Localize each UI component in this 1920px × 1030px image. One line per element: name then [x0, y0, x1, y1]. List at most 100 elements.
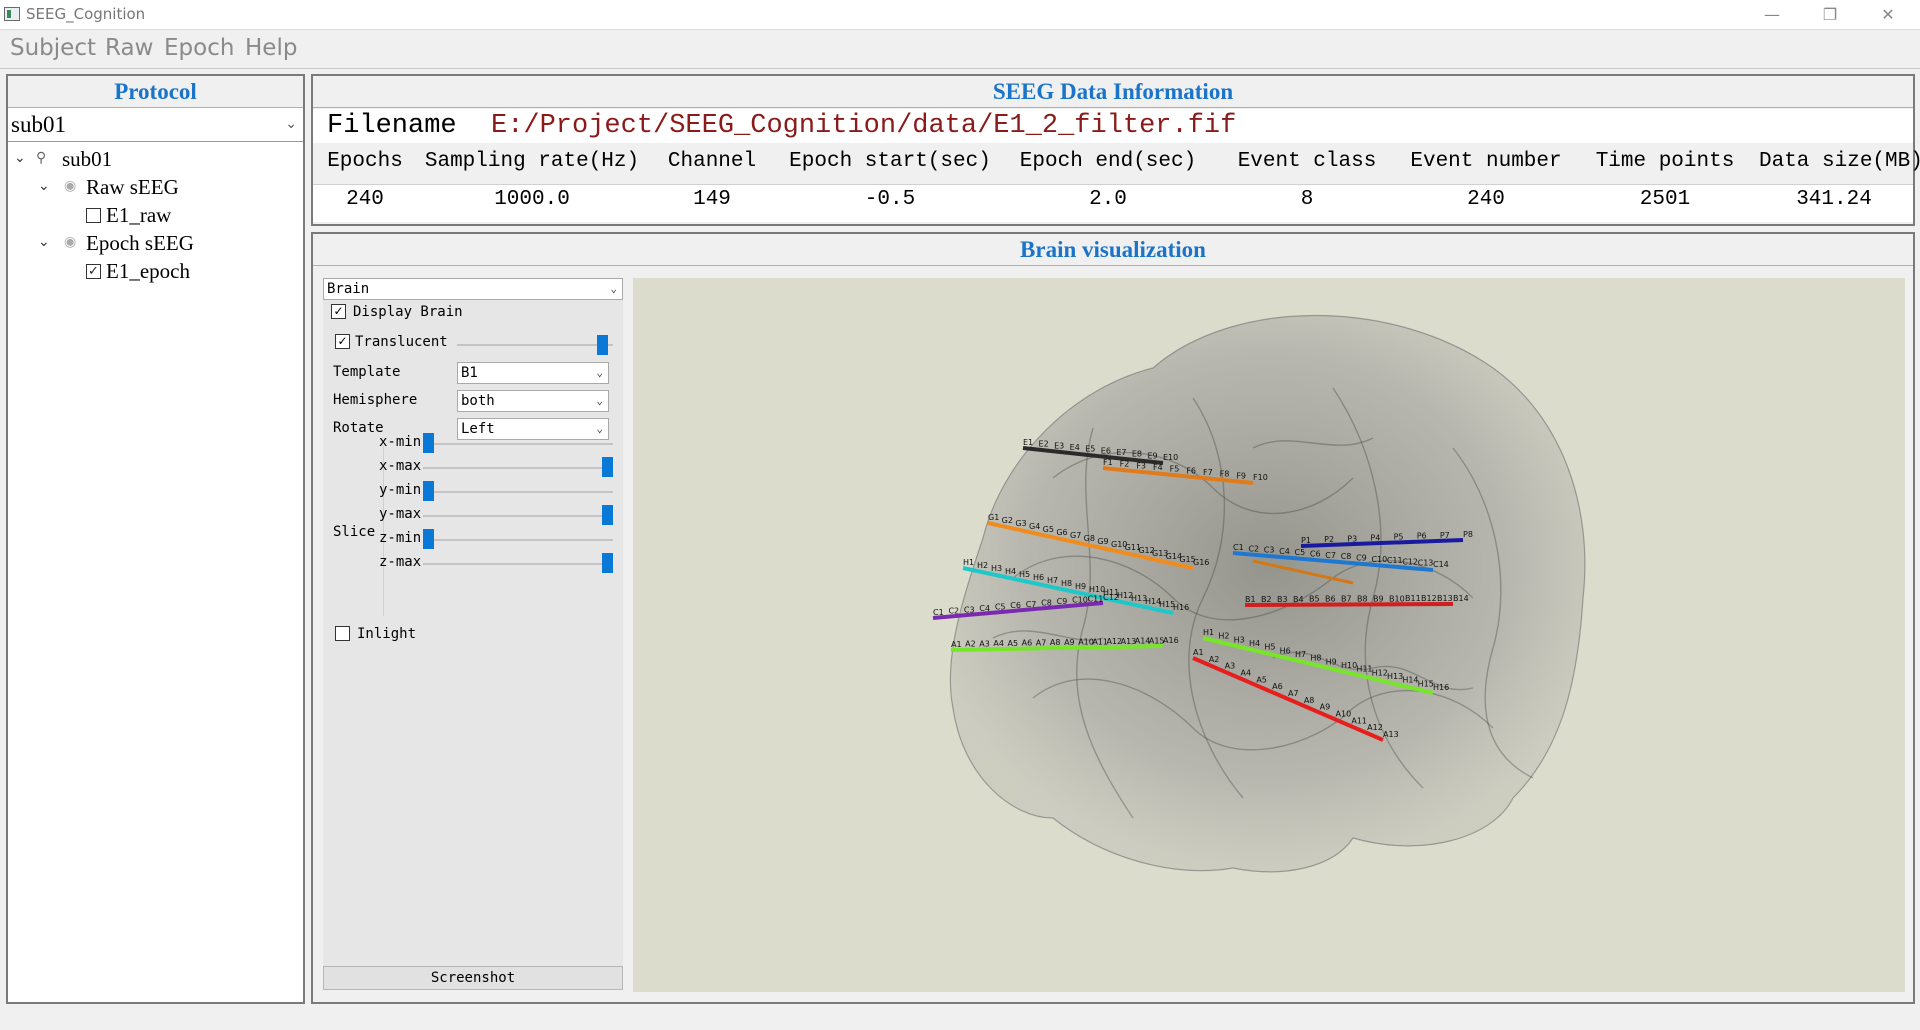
contact-label-h3: H3: [1234, 635, 1245, 644]
rotate-label: Rotate: [333, 420, 384, 436]
val-sampling-rate: 1000.0: [494, 188, 570, 211]
contact-label-a8: A8: [1050, 638, 1061, 647]
slice-z-min-slider-track[interactable]: [423, 539, 613, 541]
chevron-down-icon[interactable]: ⌄: [14, 146, 26, 172]
slice-x-min-slider-track[interactable]: [423, 443, 613, 445]
template-value: B1: [461, 365, 478, 381]
slice-x-min-slider-handle[interactable]: [423, 433, 434, 453]
contact-label-c8: C8: [1041, 598, 1052, 607]
restore-button[interactable]: ❐: [1810, 2, 1850, 28]
menu-subject[interactable]: Subject: [10, 35, 96, 61]
brain-render: E1 E2 E3 E4 E5 E6 E7 E8 E9 E10 F1 F2 F3 F4 F5 F6 F7 F8 F9 F…: [932, 314, 1586, 873]
window-title: SEEG_Cognition: [26, 5, 146, 23]
slice-x-max-slider-handle[interactable]: [602, 457, 613, 477]
contact-label-h11: H11: [1356, 665, 1372, 674]
slice-y-max-slider-track[interactable]: [423, 515, 613, 517]
hemisphere-select[interactable]: both ⌄: [457, 390, 609, 412]
contact-label-e1: E1: [1023, 438, 1033, 447]
col-data-size: Data size(MB): [1759, 150, 1920, 173]
slice-z-max-slider-track[interactable]: [423, 563, 613, 565]
tree-node-epoch-seeg[interactable]: ⌄ ◉ Epoch sEEG: [8, 230, 298, 256]
contact-label-a16: A16: [1163, 636, 1179, 645]
translucent-slider-handle[interactable]: [597, 335, 608, 355]
protocol-panel: Protocol sub01 ⌄ ⌄ ⚲ sub01 ⌄ ◉ Raw sEEG …: [6, 74, 305, 1004]
slice-z-max-slider-handle[interactable]: [602, 553, 613, 573]
contact-label-h10: H10: [1341, 661, 1357, 670]
translucent-slider-track[interactable]: [457, 344, 613, 346]
contact-label-e3: E3: [1054, 441, 1064, 450]
contact-label-h4: H4: [1005, 567, 1016, 576]
screenshot-button[interactable]: Screenshot: [323, 966, 623, 990]
contact-label-c6: C6: [1310, 550, 1321, 559]
slice-x-max-slider-track[interactable]: [423, 467, 613, 469]
contact-label-a9: A9: [1064, 638, 1075, 647]
contact-label-b7: B7: [1341, 595, 1352, 604]
seeg-info-header: SEEG Data Information: [313, 76, 1913, 108]
contact-label-f9: F9: [1236, 471, 1246, 480]
col-sampling-rate: Sampling rate(Hz): [424, 150, 640, 173]
chevron-down-icon[interactable]: ⌄: [38, 174, 50, 200]
contact-label-p8: P8: [1463, 530, 1473, 539]
contact-label-a11: A11: [1351, 716, 1367, 725]
val-epochs: 240: [346, 188, 384, 211]
menu-help[interactable]: Help: [245, 35, 297, 61]
contact-label-b6: B6: [1325, 595, 1336, 604]
brain-3d-viewport[interactable]: E1 E2 E3 E4 E5 E6 E7 E8 E9 E10 F1 F2 F3 F4 F5 F6 F7 F8 F9 F…: [633, 278, 1905, 992]
menu-epoch[interactable]: Epoch: [164, 35, 234, 61]
inlight-checkbox[interactable]: [335, 626, 350, 641]
template-label: Template: [333, 364, 401, 380]
tree-node-e1-raw[interactable]: E1_raw: [8, 202, 298, 228]
subject-group-icon: ⚲: [36, 151, 47, 166]
tree-label-e1-raw: E1_raw: [106, 203, 172, 227]
slice-x-min-label: x-min: [379, 434, 422, 450]
slice-z-min-slider-handle[interactable]: [423, 529, 434, 549]
contact-label-g2: G2: [1002, 516, 1013, 525]
contact-label-a7: A7: [1288, 689, 1299, 698]
slice-y-min-slider-handle[interactable]: [423, 481, 434, 501]
e1-epoch-checkbox[interactable]: ✓: [86, 264, 101, 279]
contact-label-c1: C1: [1233, 543, 1244, 552]
chevron-down-icon[interactable]: ⌄: [38, 230, 50, 256]
rotate-select[interactable]: Left ⌄: [457, 418, 609, 440]
close-button[interactable]: ✕: [1868, 2, 1908, 28]
contact-label-f4: F4: [1153, 463, 1163, 472]
slice-z-min-label: z-min: [379, 530, 422, 546]
subject-select[interactable]: sub01 ⌄: [8, 108, 303, 142]
display-brain-checkbox[interactable]: ✓: [331, 304, 346, 319]
slice-y-max-slider-handle[interactable]: [602, 505, 613, 525]
val-data-size: 341.24: [1796, 188, 1872, 211]
slice-z-max-label: z-max: [379, 554, 422, 570]
chevron-down-icon: ⌄: [596, 394, 603, 407]
col-epoch-start: Epoch start(sec): [789, 150, 991, 173]
contact-label-e7: E7: [1116, 448, 1126, 457]
contact-label-a7: A7: [1036, 638, 1047, 647]
tree-node-subject[interactable]: ⌄ ⚲ sub01: [8, 146, 298, 172]
contact-label-b10: B10: [1389, 594, 1405, 603]
val-channel: 149: [693, 188, 731, 211]
contact-label-h8: H8: [1310, 654, 1321, 663]
contact-label-c5: C5: [995, 603, 1006, 612]
contact-label-h1: H1: [963, 558, 974, 567]
translucent-checkbox[interactable]: ✓: [335, 334, 350, 349]
contact-label-h1: H1: [1203, 628, 1214, 637]
col-event-class: Event class: [1237, 150, 1377, 173]
contact-label-p6: P6: [1417, 532, 1427, 541]
contact-label-c7: C7: [1026, 600, 1037, 609]
contact-label-b5: B5: [1309, 595, 1320, 604]
contact-label-a6: A6: [1272, 682, 1283, 691]
tree-node-e1-epoch[interactable]: ✓ E1_epoch: [8, 258, 298, 284]
contact-label-g5: G5: [1043, 525, 1054, 534]
menu-separator: [0, 68, 1920, 69]
globe-icon: ◉: [64, 179, 77, 194]
menu-raw[interactable]: Raw: [105, 35, 153, 61]
contact-label-h6: H6: [1033, 573, 1044, 582]
template-select[interactable]: B1 ⌄: [457, 362, 609, 384]
e1-raw-checkbox[interactable]: [86, 208, 101, 223]
slice-y-min-slider-track[interactable]: [423, 491, 613, 493]
minimize-button[interactable]: —: [1752, 2, 1792, 28]
brain-mode-select[interactable]: Brain ⌄: [323, 278, 623, 300]
tree-node-raw-seeg[interactable]: ⌄ ◉ Raw sEEG: [8, 174, 298, 200]
contact-label-h14: H14: [1402, 676, 1418, 685]
val-epoch-end: 2.0: [1089, 188, 1127, 211]
contact-label-a9: A9: [1320, 703, 1331, 712]
